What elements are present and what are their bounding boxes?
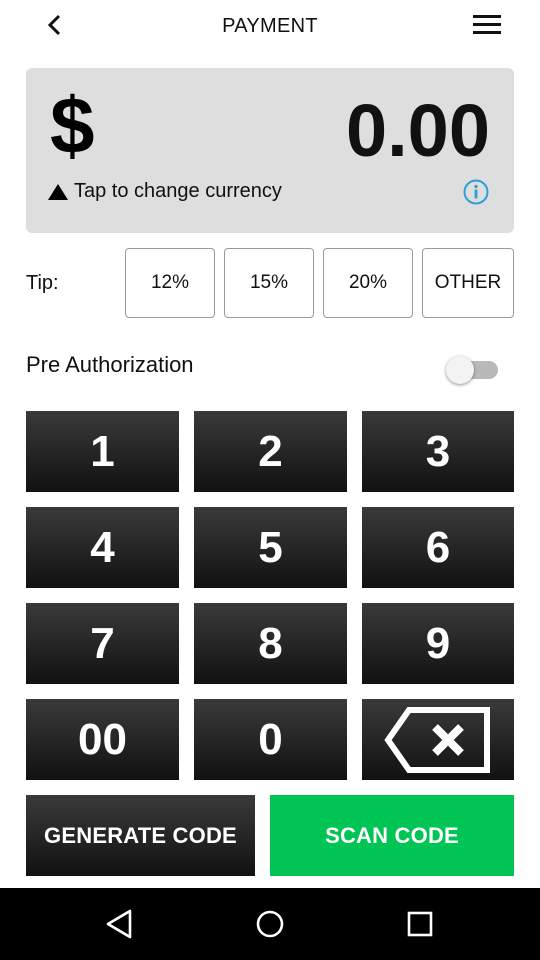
nav-recents-button[interactable] bbox=[402, 906, 438, 942]
key-00[interactable]: 00 bbox=[26, 699, 179, 780]
triangle-up-icon bbox=[48, 183, 68, 200]
backspace-icon bbox=[384, 706, 490, 773]
nav-home-circle-icon bbox=[256, 910, 284, 938]
info-button[interactable] bbox=[462, 178, 490, 206]
nav-back-triangle-icon bbox=[106, 909, 132, 939]
chevron-left-icon bbox=[47, 14, 61, 36]
key-1[interactable]: 1 bbox=[26, 411, 179, 492]
key-8[interactable]: 8 bbox=[194, 603, 347, 684]
hamburger-menu-icon bbox=[473, 15, 501, 34]
change-currency-link[interactable]: Tap to change currency bbox=[48, 180, 282, 203]
pre-authorization-row: Pre Authorization bbox=[26, 346, 514, 386]
key-7[interactable]: 7 bbox=[26, 603, 179, 684]
top-app-bar: PAYMENT bbox=[0, 0, 540, 52]
generate-code-button[interactable]: GENERATE CODE bbox=[26, 795, 255, 876]
key-6[interactable]: 6 bbox=[362, 507, 514, 588]
key-4[interactable]: 4 bbox=[26, 507, 179, 588]
key-2[interactable]: 2 bbox=[194, 411, 347, 492]
scan-code-button[interactable]: SCAN CODE bbox=[270, 795, 514, 876]
tip-other-button[interactable]: OTHER bbox=[422, 248, 514, 318]
nav-recents-square-icon bbox=[407, 911, 433, 937]
currency-hint-text: Tap to change currency bbox=[74, 180, 282, 202]
amount-value: 0.00 bbox=[345, 89, 490, 172]
nav-home-button[interactable] bbox=[252, 906, 288, 942]
tip-label: Tip: bbox=[26, 272, 59, 294]
tip-12-button[interactable]: 12% bbox=[125, 248, 215, 318]
pre-authorization-label: Pre Authorization bbox=[26, 352, 194, 377]
pre-authorization-toggle[interactable] bbox=[446, 352, 502, 384]
nav-back-button[interactable] bbox=[102, 906, 138, 942]
key-3[interactable]: 3 bbox=[362, 411, 514, 492]
info-circle-icon bbox=[463, 179, 489, 205]
key-9[interactable]: 9 bbox=[362, 603, 514, 684]
page-title: PAYMENT bbox=[222, 14, 318, 37]
currency-symbol[interactable]: $ bbox=[50, 86, 95, 166]
tip-15-button[interactable]: 15% bbox=[224, 248, 314, 318]
tip-20-button[interactable]: 20% bbox=[323, 248, 413, 318]
menu-button[interactable] bbox=[470, 10, 504, 40]
amount-card: $ 0.00 Tap to change currency bbox=[26, 68, 514, 233]
system-navigation-bar bbox=[0, 888, 540, 960]
backspace-key[interactable] bbox=[362, 699, 514, 780]
back-button[interactable] bbox=[40, 10, 70, 40]
key-0[interactable]: 0 bbox=[194, 699, 347, 780]
toggle-thumb bbox=[446, 356, 474, 384]
tip-row: Tip: 12% 15% 20% OTHER bbox=[26, 248, 514, 320]
key-5[interactable]: 5 bbox=[194, 507, 347, 588]
